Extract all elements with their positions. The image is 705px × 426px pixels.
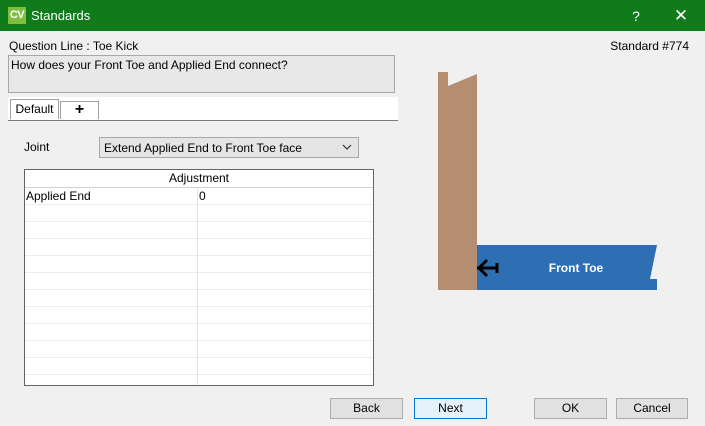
row-name-cell <box>25 358 198 374</box>
ok-button[interactable]: OK <box>534 398 607 419</box>
standard-number: Standard #774 <box>610 39 689 53</box>
front-toe-label: Front Toe <box>549 261 604 275</box>
joint-diagram: Front Toe <box>437 70 659 292</box>
tab-default[interactable]: Default <box>10 99 59 119</box>
table-row[interactable] <box>25 273 373 290</box>
chevron-down-icon <box>342 140 352 157</box>
row-name-cell <box>25 290 198 306</box>
app-logo-icon: CV <box>8 7 26 24</box>
table-row[interactable] <box>25 256 373 273</box>
row-name-cell <box>25 375 198 385</box>
cancel-button[interactable]: Cancel <box>616 398 688 419</box>
adjustment-grid[interactable]: Adjustment Applied End 0 <box>24 169 374 386</box>
table-row[interactable] <box>25 341 373 358</box>
table-row[interactable] <box>25 222 373 239</box>
question-line-label: Question Line : Toe Kick <box>9 39 139 53</box>
row-name-cell: Applied End <box>25 188 198 204</box>
row-name-cell <box>25 205 198 221</box>
joint-selected-value: Extend Applied End to Front Toe face <box>104 141 302 155</box>
help-button[interactable]: ? <box>626 6 646 26</box>
table-row[interactable] <box>25 239 373 256</box>
joint-dropdown[interactable]: Extend Applied End to Front Toe face <box>99 137 359 158</box>
row-name-cell <box>25 239 198 255</box>
row-name-cell <box>25 341 198 357</box>
window-title: Standards <box>31 8 91 23</box>
row-name-cell <box>25 256 198 272</box>
row-name-cell <box>25 324 198 340</box>
row-name-cell <box>25 307 198 323</box>
next-button[interactable]: Next <box>414 398 487 419</box>
close-button[interactable]: ✕ <box>669 5 693 27</box>
joint-label: Joint <box>24 140 50 154</box>
table-row[interactable]: Applied End 0 <box>25 188 373 205</box>
row-value-cell[interactable]: 0 <box>199 188 206 204</box>
table-row[interactable] <box>25 324 373 341</box>
applied-end-panel <box>438 72 477 290</box>
table-row[interactable] <box>25 205 373 222</box>
table-row[interactable] <box>25 307 373 324</box>
table-row[interactable] <box>25 290 373 307</box>
row-name-cell <box>25 222 198 238</box>
table-row[interactable] <box>25 358 373 375</box>
back-button[interactable]: Back <box>330 398 403 419</box>
title-bar: CV Standards ? ✕ <box>0 0 705 31</box>
add-tab-button[interactable]: + <box>60 101 99 119</box>
row-name-cell <box>25 273 198 289</box>
tab-strip: Default + <box>8 97 398 121</box>
grid-column-header: Adjustment <box>25 170 373 188</box>
table-row[interactable] <box>25 375 373 385</box>
question-text-box: How does your Front Toe and Applied End … <box>8 55 395 93</box>
